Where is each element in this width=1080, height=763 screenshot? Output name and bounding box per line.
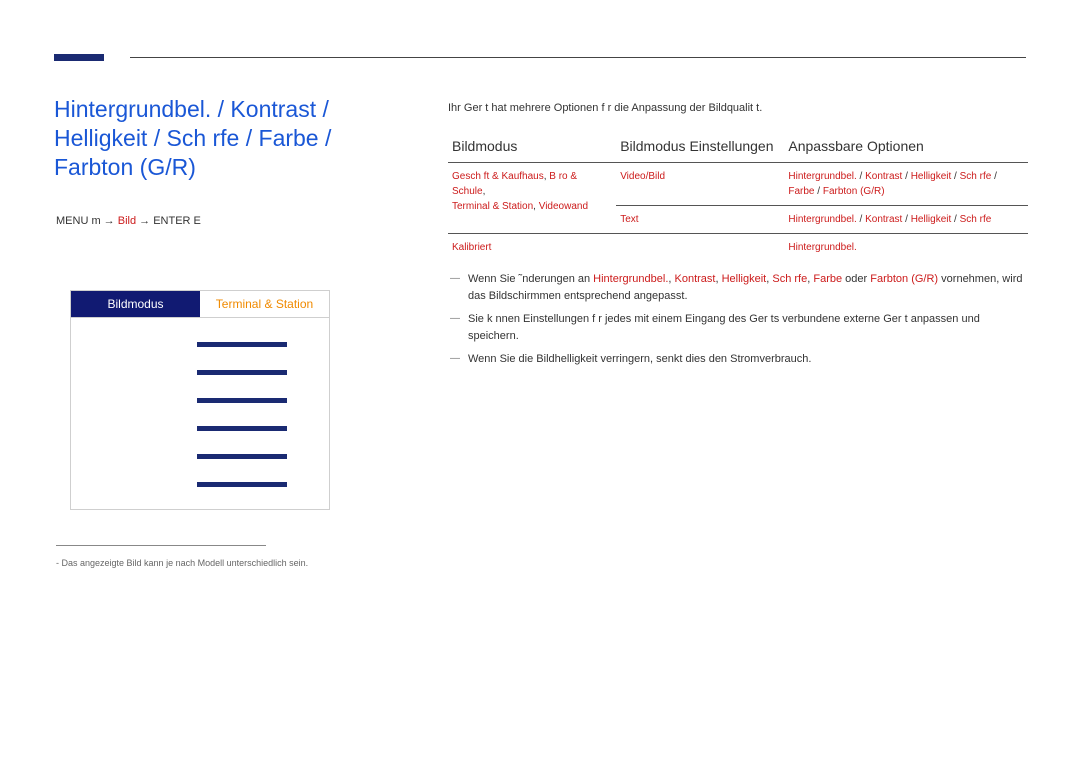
table-row: Kalibriert Hintergrundbel.	[448, 234, 1028, 262]
note-item: Sie k nnen Einstellungen f r jedes mit e…	[448, 311, 1028, 345]
slider-row: ..	[71, 442, 329, 470]
notes-block: Wenn Sie ˜nderungen an Hintergrundbel., …	[448, 271, 1028, 368]
header-rule	[130, 57, 1026, 58]
note-item: Wenn Sie ˜nderungen an Hintergrundbel., …	[448, 271, 1028, 305]
table-cell: Text	[616, 206, 784, 234]
footnote: Das angezeigte Bild kann je nach Modell …	[56, 558, 396, 568]
options-table: Bildmodus Bildmodus Einstellungen Anpass…	[448, 132, 1028, 261]
table-cell	[616, 234, 784, 262]
footnote-rule	[56, 545, 266, 546]
menu-path-prefix: MENU m →	[56, 215, 118, 227]
table-cell: Hintergrundbel. / Kontrast / Helligkeit …	[784, 163, 1028, 206]
device-tab-active: Bildmodus	[71, 291, 200, 317]
header-accent-bar	[54, 54, 104, 61]
table-row: Gesch ft & Kaufhaus, B ro & Schule,Termi…	[448, 163, 1028, 206]
slider-row: ..	[71, 358, 329, 386]
menu-path-highlight: Bild	[118, 215, 136, 227]
table-cell: Hintergrundbel. / Kontrast / Helligkeit …	[784, 206, 1028, 234]
note-item: Wenn Sie die Bildhelligkeit verringern, …	[448, 351, 1028, 368]
intro-text: Ihr Ger t hat mehrere Optionen f r die A…	[448, 102, 1028, 114]
device-preview: Bildmodus Terminal & Station .. .. .. ..…	[70, 290, 330, 510]
menu-path-suffix: → ENTER E	[136, 215, 201, 227]
table-header: Bildmodus Einstellungen	[616, 132, 784, 163]
slider-row: ..	[71, 470, 329, 498]
menu-path: MENU m → Bild → ENTER E	[56, 215, 201, 227]
table-cell: Hintergrundbel.	[784, 234, 1028, 262]
slider-row: ..	[71, 330, 329, 358]
device-header: Bildmodus Terminal & Station	[71, 291, 329, 318]
table-cell: Kalibriert	[448, 234, 616, 262]
slider-row: ..	[71, 386, 329, 414]
right-column: Ihr Ger t hat mehrere Optionen f r die A…	[448, 102, 1028, 374]
device-tab-right: Terminal & Station	[200, 291, 329, 317]
table-cell: Video/Bild	[616, 163, 784, 206]
page-title: Hintergrundbel. / Kontrast / Helligkeit …	[54, 95, 414, 181]
table-header: Bildmodus	[448, 132, 616, 163]
slider-row: ..	[71, 414, 329, 442]
page: Hintergrundbel. / Kontrast / Helligkeit …	[0, 0, 1080, 763]
table-header: Anpassbare Optionen	[784, 132, 1028, 163]
device-sliders: .. .. .. .. .. ..	[71, 318, 329, 510]
table-cell: Gesch ft & Kaufhaus, B ro & Schule,Termi…	[448, 163, 616, 234]
